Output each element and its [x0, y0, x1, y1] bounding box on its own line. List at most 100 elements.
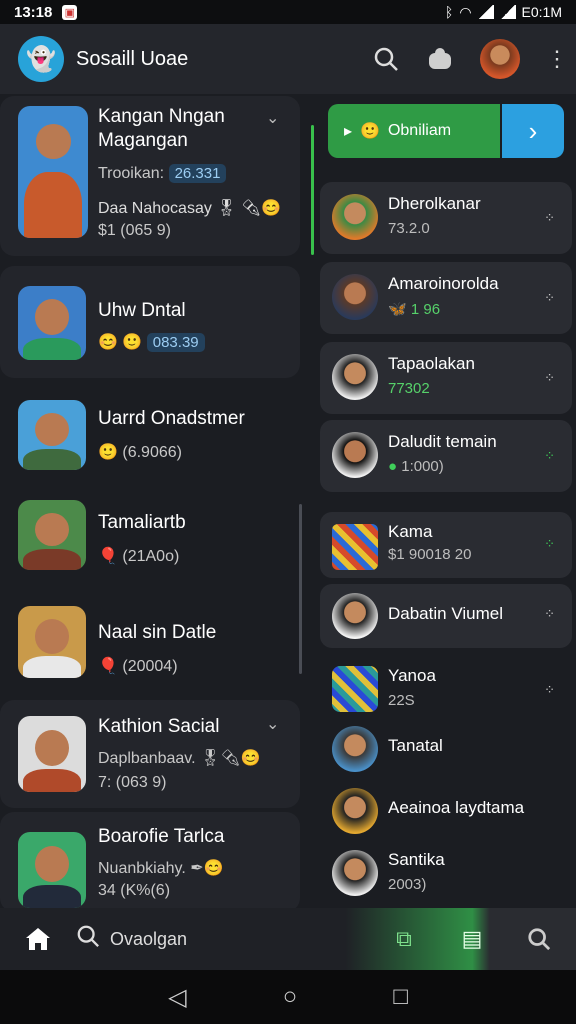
contact-sub: Daplbanbaav. 🎖✒😊	[98, 750, 261, 767]
contact-sub: 73.2.0	[388, 220, 430, 237]
contact-sub: 🎈 (21A0o)	[98, 548, 180, 565]
list-item[interactable]: Uhw Dntal 😊 🙂 083.39	[0, 266, 300, 378]
app-header: 👻 Sosaill Uoae ⋮	[0, 24, 576, 94]
avatar	[18, 500, 86, 570]
avatar	[332, 726, 378, 772]
drag-handle-icon[interactable]: ⁘	[544, 290, 556, 306]
drag-handle-icon[interactable]: ⁘	[544, 370, 556, 386]
contact-name: Aeainoa laydtama	[388, 798, 525, 817]
contact-name: Kama	[388, 522, 433, 541]
contact-sub: 🙂 (6.9066)	[98, 444, 182, 461]
list-item[interactable]: Dherolkanar 73.2.0 ⁘	[320, 182, 572, 254]
chevron-down-icon[interactable]: ⌄	[266, 108, 279, 128]
status-bar: 13:18 ▣ ᛒ ◠ E0:1M	[0, 0, 576, 24]
list-item[interactable]: Daludit temain ● 1:000) ⁘	[320, 420, 572, 492]
contact-sub: 🎈 (20004)	[98, 658, 178, 675]
chat-list-right: ▸ 🙂 Obniliam › Dherolkanar 73.2.0 ⁘ Amar…	[316, 94, 576, 908]
profile-avatar[interactable]	[480, 39, 520, 79]
chevron-down-icon[interactable]: ⌄	[266, 714, 279, 734]
app-title: Sosaill Uoae	[76, 47, 189, 70]
app-logo-icon: 👻	[18, 36, 64, 82]
drag-handle-icon[interactable]: ⁘	[544, 682, 556, 698]
drag-handle-icon[interactable]: ⁘	[544, 536, 556, 552]
smile-icon: 🙂	[360, 123, 380, 140]
contact-name: Tanatal	[388, 736, 443, 755]
group-icon[interactable]	[426, 45, 454, 73]
search-tab-icon[interactable]	[502, 927, 576, 951]
chevron-right-icon: ›	[528, 115, 538, 146]
activity-icon[interactable]: ⧉	[366, 926, 442, 952]
avatar	[332, 194, 378, 240]
primary-action-button[interactable]: ▸ 🙂 Obniliam	[328, 104, 500, 158]
contact-name: Tapaolakan	[388, 354, 475, 373]
list-item[interactable]: Tamaliartb 🎈 (21A0o)	[0, 488, 300, 588]
battery-label: E0:1M	[521, 4, 562, 20]
contact-name: Amaroinorolda	[388, 274, 499, 293]
list-item[interactable]: Amaroinorolda 🦋 1 96 ⁘	[320, 262, 572, 334]
list-item[interactable]: Uarrd Onadstmer 🙂 (6.9066)	[0, 384, 300, 484]
action-row: ▸ 🙂 Obniliam ›	[328, 104, 564, 158]
avatar	[332, 274, 378, 320]
contact-name: Dabatin Viumel	[388, 604, 503, 623]
list-item[interactable]: Tapaolakan 77302 ⁘	[320, 342, 572, 414]
avatar	[332, 850, 378, 896]
status-badge: 26.331	[168, 164, 227, 183]
list-item[interactable]: Naal sin Datle 🎈 (20004)	[0, 592, 300, 696]
avatar	[332, 788, 378, 834]
contact-name: Uhw Dntal	[98, 300, 186, 321]
contact-name: Tamaliartb	[98, 512, 186, 533]
status-time: 13:18	[14, 3, 53, 21]
contact-sub-2: 34 (K%(6)	[98, 882, 171, 899]
contact-sub-2: Daa Nahocasay 🎖 ✒😊	[98, 200, 282, 217]
list-item[interactable]: Santika 2003)	[320, 838, 572, 902]
contact-name: Boarofie Tarlca	[98, 826, 225, 847]
scrollbar[interactable]	[299, 504, 302, 674]
back-icon[interactable]: ◁	[168, 983, 186, 1012]
contact-sub: 😊 🙂 083.39	[98, 332, 205, 352]
avatar	[18, 106, 88, 238]
signal-icon	[477, 5, 494, 19]
list-item[interactable]: Kangan Nngan Magangan ⌄ Trooikan: 26.331…	[0, 96, 300, 256]
avatar	[18, 606, 86, 678]
drag-handle-icon[interactable]: ⁘	[544, 448, 556, 464]
contact-sub: 22S	[388, 692, 415, 709]
contact-name: Naal sin Datle	[98, 622, 217, 643]
contact-name-line2: Magangan	[98, 130, 188, 151]
avatar	[332, 593, 378, 639]
drag-handle-icon[interactable]: ⁘	[544, 210, 556, 226]
list-item[interactable]: Boarofie Tarlca Nuanbkiahy. ✒😊 34 (K%(6)	[0, 812, 300, 908]
play-icon: ▸	[344, 123, 353, 140]
more-menu-icon[interactable]: ⋮	[546, 46, 568, 72]
signal-icon-2	[499, 5, 516, 19]
list-item[interactable]: Kathion Sacial ⌄ Daplbanbaav. 🎖✒😊 7: (06…	[0, 700, 300, 808]
forward-button[interactable]: ›	[502, 104, 564, 158]
status-badge: 083.39	[146, 333, 205, 352]
list-item[interactable]: Dabatin Viumel ⁘	[320, 584, 572, 648]
list-item[interactable]: Kama $1 90018 20 ⁘	[320, 512, 572, 578]
avatar	[18, 286, 86, 360]
contact-name: Dherolkanar	[388, 194, 481, 213]
stack-icon[interactable]: ▤	[442, 926, 502, 952]
contact-sub: 2003)	[388, 876, 427, 893]
contact-sub: 🦋 1 96	[388, 301, 441, 318]
search-icon[interactable]	[372, 45, 400, 73]
game-thumbnail	[332, 524, 378, 570]
avatar	[332, 432, 378, 478]
bluetooth-icon: ᛒ	[444, 4, 454, 20]
contact-name: Santika	[388, 850, 445, 869]
list-item[interactable]: Tanatal	[320, 714, 572, 778]
avatar	[18, 400, 86, 470]
contact-sub: $1 90018 20	[388, 546, 472, 563]
contact-name: Daludit temain	[388, 432, 497, 451]
contact-sub: Nuanbkiahy. ✒😊	[98, 860, 224, 877]
list-item[interactable]: Aeainoa laydtama	[320, 776, 572, 840]
recents-icon[interactable]: □	[393, 983, 408, 1011]
contact-sub-3: $1 (065 9)	[98, 222, 171, 239]
status-icons: ᛒ ◠ E0:1M	[445, 4, 562, 21]
home-icon[interactable]	[0, 926, 76, 952]
search-bar[interactable]: Ovaolgan	[76, 924, 366, 955]
bottom-nav: Ovaolgan ⧉ ▤	[0, 908, 576, 970]
home-circle-icon[interactable]: ○	[283, 983, 298, 1011]
drag-handle-icon[interactable]: ⁘	[544, 606, 556, 622]
list-item[interactable]: Yanoa 22S ⁘	[320, 654, 572, 718]
